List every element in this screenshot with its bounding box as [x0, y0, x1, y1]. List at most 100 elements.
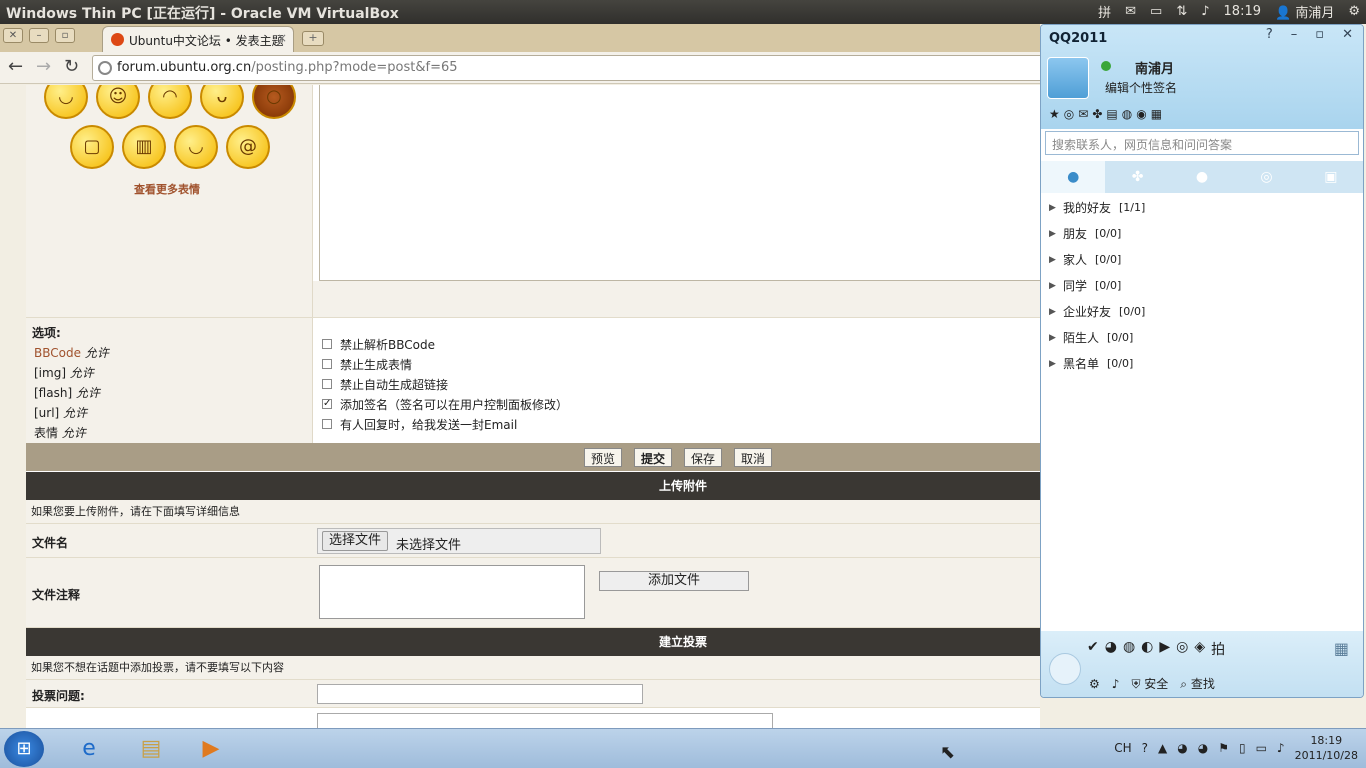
emoji-tongue[interactable]: ☺ — [96, 85, 140, 119]
tab-contacts[interactable]: ● — [1041, 161, 1106, 193]
ubuntu-clock[interactable]: 18:19 — [1224, 4, 1261, 19]
security-button[interactable]: ⛨ 安全 — [1131, 675, 1168, 692]
checkbox[interactable] — [322, 419, 332, 429]
poll-options-textarea[interactable] — [317, 713, 773, 728]
qq-tray-icon[interactable]: ◕ — [1177, 741, 1187, 755]
file-comment-textarea[interactable] — [319, 565, 585, 619]
attach-signature-option[interactable]: ✓ 添加签名（签名可以在用户控制面板修改） — [322, 394, 568, 414]
emoji-laugh[interactable]: ᴗ — [200, 85, 244, 119]
ie-icon[interactable]: e — [72, 733, 106, 765]
contact-search-input[interactable]: 搜索联系人，网页信息和问问答案 — [1045, 131, 1359, 155]
tab-close-button[interactable]: × — [277, 31, 287, 45]
show-hidden-icon[interactable]: ▲ — [1158, 741, 1167, 755]
weibo-icon[interactable]: ◉ — [1136, 107, 1146, 121]
signature-field[interactable]: 编辑个性签名 — [1105, 79, 1177, 96]
flag-icon[interactable]: ⚑ — [1218, 741, 1229, 755]
add-file-button[interactable]: 添加文件 — [599, 571, 749, 591]
emoji-sweat[interactable]: ▢ — [70, 125, 114, 169]
disable-smilies-option[interactable]: 禁止生成表情 — [322, 354, 568, 374]
friend-group[interactable]: ▶ 黑名单 [0/0] — [1041, 351, 1363, 377]
volume-icon[interactable]: ♪ — [1201, 4, 1209, 19]
language-indicator[interactable]: CH — [1114, 741, 1131, 755]
mail-icon[interactable]: ✉ — [1078, 107, 1088, 121]
explorer-icon[interactable]: ▤ — [134, 733, 168, 765]
taskbar-clock[interactable]: 18:19 2011/10/28 — [1295, 733, 1358, 763]
disable-magic-url-option[interactable]: 禁止自动生成超链接 — [322, 374, 568, 394]
back-button[interactable]: ← — [8, 56, 23, 77]
tab-space[interactable]: ✤ — [1105, 161, 1169, 193]
tab-recent[interactable]: ▣ — [1299, 161, 1363, 193]
soso-icon[interactable]: ◎ — [1064, 107, 1074, 121]
notes-icon[interactable]: ▦ — [1151, 107, 1162, 121]
option-name[interactable]: BBCode — [34, 346, 81, 360]
choose-file-button[interactable]: 选择文件 — [322, 531, 389, 551]
save-button[interactable]: 保存 — [684, 448, 723, 467]
help-icon[interactable]: ? — [1142, 741, 1148, 755]
mail-icon[interactable]: ✉ — [1125, 4, 1136, 19]
task-icon[interactable]: ✔ — [1087, 639, 1099, 659]
friend-group[interactable]: ▶ 企业好友 [0/0] — [1041, 299, 1363, 325]
app-grid-icon[interactable]: ▦ — [1334, 639, 1349, 658]
emoji-grin[interactable]: ▥ — [122, 125, 166, 169]
network-icon[interactable]: ⇅ — [1176, 4, 1187, 19]
shop-icon[interactable]: ▤ — [1106, 107, 1117, 121]
submit-button[interactable]: 提交 — [634, 448, 673, 467]
emoji-snicker[interactable]: ◡ — [174, 125, 218, 169]
clover-icon[interactable]: ✤ — [1092, 107, 1102, 121]
start-button[interactable]: ⊞ — [4, 731, 44, 767]
pet-icon[interactable]: ◍ — [1123, 639, 1135, 659]
shield-icon[interactable]: ◈ — [1194, 639, 1205, 659]
sound-icon[interactable]: ♪ — [1112, 677, 1120, 691]
friend-group[interactable]: ▶ 同学 [0/0] — [1041, 273, 1363, 299]
friend-group[interactable]: ▶ 家人 [0/0] — [1041, 247, 1363, 273]
minimize-window-button[interactable]: – — [29, 28, 49, 43]
help-icon[interactable]: ? — [1266, 27, 1273, 42]
browser-tab[interactable]: Ubuntu中文论坛 • 发表主题 × — [102, 26, 294, 52]
page-info-icon[interactable] — [98, 61, 112, 75]
device-icon[interactable]: ▯ — [1239, 741, 1246, 755]
paipai-icon[interactable]: 拍 — [1211, 639, 1225, 659]
disable-bbcode-option[interactable]: 禁止解析BBCode — [322, 334, 568, 354]
emoji-smile[interactable]: ◡ — [44, 85, 88, 119]
file-input[interactable]: 选择文件 未选择文件 — [317, 528, 601, 554]
close-window-button[interactable]: ✕ — [3, 28, 23, 43]
minimize-icon[interactable]: – — [1291, 27, 1298, 42]
checkbox[interactable] — [322, 339, 332, 349]
input-method-icon[interactable]: 拼 — [1098, 2, 1111, 21]
media-player-icon[interactable]: ▶ — [194, 733, 228, 765]
gear-icon[interactable]: ⚙ — [1348, 4, 1360, 19]
checkbox[interactable] — [322, 379, 332, 389]
qq-menu-icon[interactable] — [1049, 653, 1081, 685]
address-bar[interactable]: forum.ubuntu.org.cn/posting.php?mode=pos… — [92, 55, 1052, 81]
pet-icon[interactable]: ◍ — [1122, 107, 1132, 121]
message-textarea[interactable] — [319, 85, 1040, 281]
maximize-icon[interactable]: ▫ — [1315, 27, 1324, 42]
notify-reply-option[interactable]: 有人回复时，给我发送一封Email — [322, 414, 568, 434]
settings-icon[interactable]: ⚙ — [1089, 677, 1100, 691]
qq-penguin-icon[interactable]: ◕ — [1105, 639, 1117, 659]
maximize-window-button[interactable]: ▫ — [55, 28, 75, 43]
friend-group[interactable]: ▶ 我的好友 [1/1] — [1041, 195, 1363, 221]
checkbox[interactable] — [322, 359, 332, 369]
new-tab-button[interactable]: + — [302, 31, 324, 46]
close-icon[interactable]: ✕ — [1342, 27, 1353, 42]
checkbox-checked[interactable]: ✓ — [322, 399, 332, 409]
network-icon[interactable]: ▭ — [1256, 741, 1267, 755]
tab-weibo[interactable]: ◎ — [1234, 161, 1298, 193]
find-button[interactable]: ⌕ 查找 — [1180, 675, 1215, 692]
online-status-icon[interactable] — [1101, 61, 1111, 71]
emoji-blush[interactable]: ◠ — [148, 85, 192, 119]
game-icon[interactable]: ◐ — [1141, 639, 1153, 659]
friend-group[interactable]: ▶ 陌生人 [0/0] — [1041, 325, 1363, 351]
reload-button[interactable]: ↻ — [64, 56, 79, 77]
emoji-dizzy[interactable]: @ — [226, 125, 270, 169]
poll-question-input[interactable] — [317, 684, 643, 704]
video-icon[interactable]: ▶ — [1159, 639, 1170, 659]
preview-button[interactable]: 预览 — [584, 448, 623, 467]
user-menu[interactable]: 👤 南浦月 — [1275, 2, 1334, 21]
more-emoji-link[interactable]: 查看更多表情 — [134, 181, 200, 197]
battery-icon[interactable]: ▭ — [1150, 4, 1162, 19]
volume-icon[interactable]: ♪ — [1277, 741, 1285, 755]
qq-tray-icon-2[interactable]: ◕ — [1198, 741, 1208, 755]
tab-groups[interactable]: ● — [1170, 161, 1234, 193]
